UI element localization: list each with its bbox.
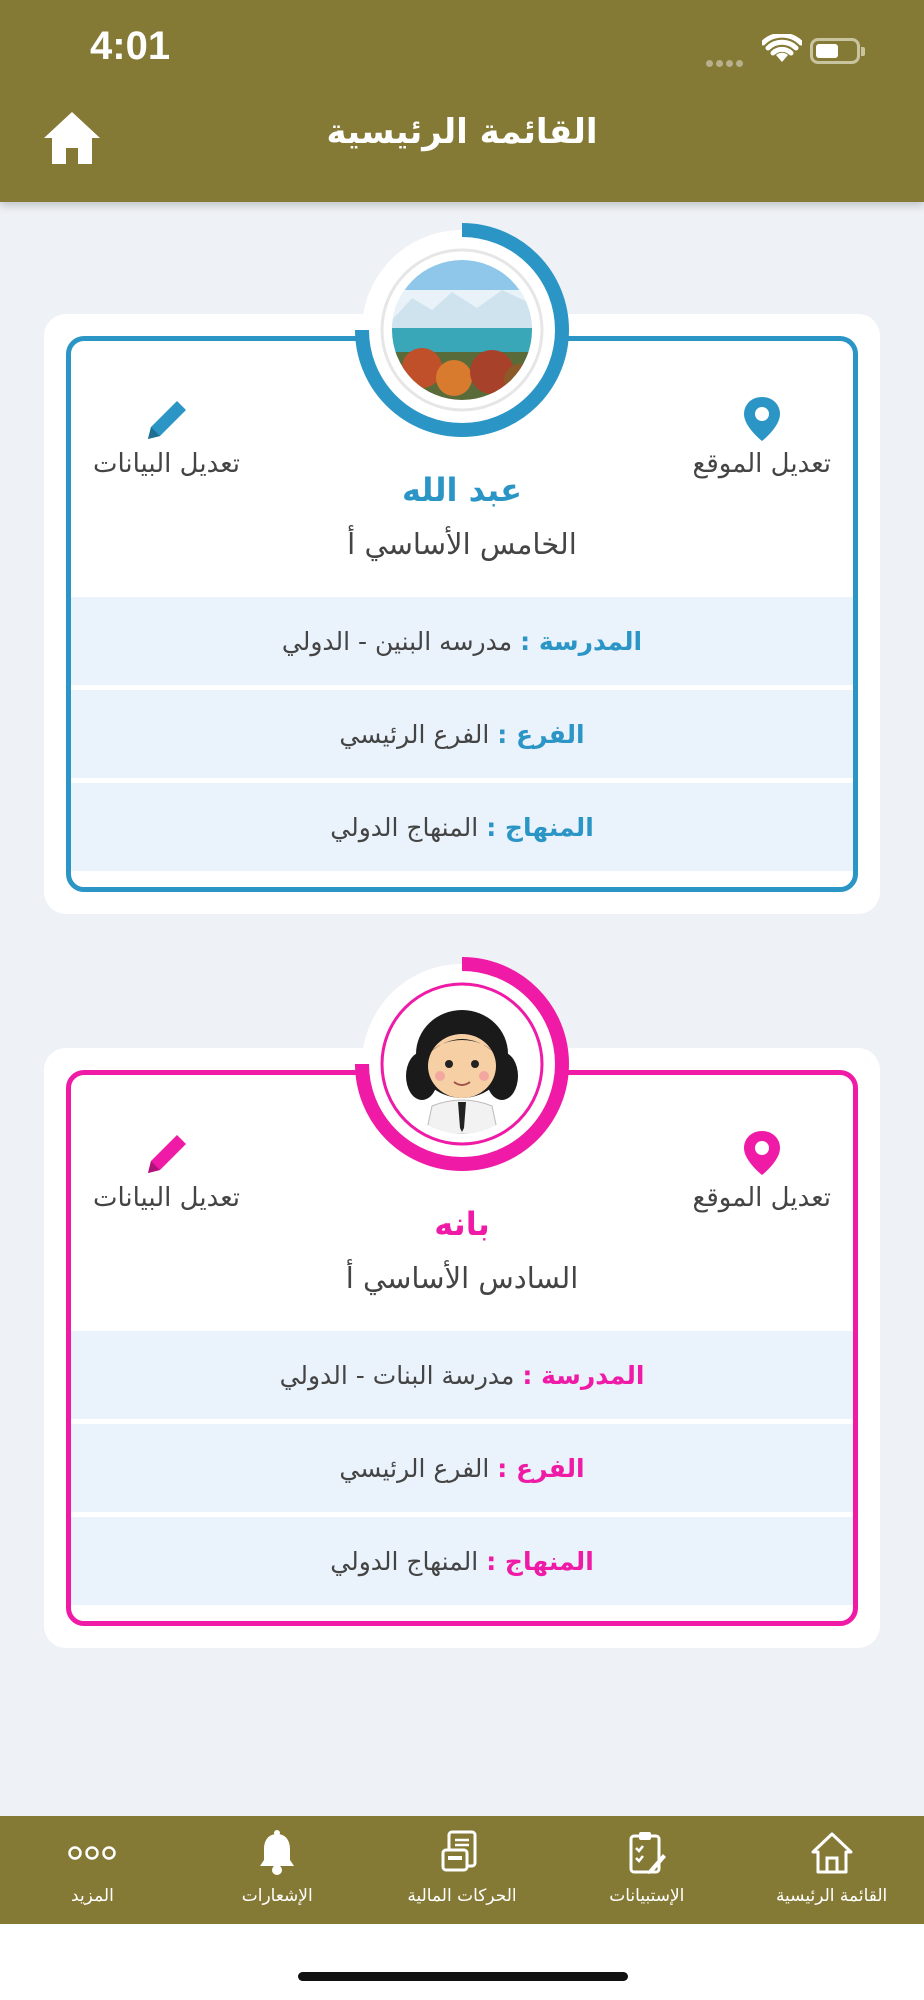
- curriculum-row: المنهاج : المنهاج الدولي: [71, 1517, 853, 1605]
- curriculum-row: المنهاج : المنهاج الدولي: [71, 783, 853, 871]
- school-value: مدرسه البنين - الدولي: [281, 626, 513, 656]
- school-row: المدرسة : مدرسه البنين - الدولي: [71, 597, 853, 685]
- bottom-nav: القائمة الرئيسية الإستبيانات الحركات الم…: [0, 1816, 924, 1924]
- home-icon: [44, 112, 100, 164]
- student-grade: السادس الأساسي أ: [345, 1261, 579, 1295]
- curriculum-label: المنهاج :: [486, 812, 594, 842]
- edit-location-button[interactable]: تعديل الموقع: [693, 395, 831, 479]
- edit-data-button[interactable]: تعديل البيانات: [93, 395, 240, 479]
- branch-label: الفرع :: [497, 1453, 585, 1483]
- nav-more-label: المزيد: [71, 1886, 114, 1906]
- status-icons: [706, 34, 876, 67]
- student-name: عبد الله: [402, 471, 522, 509]
- wifi-icon: [762, 34, 802, 62]
- nav-more[interactable]: المزيد: [0, 1816, 185, 1924]
- top-bar: 4:01 القائمة الرئيسية: [0, 0, 924, 202]
- edit-data-button[interactable]: تعديل البيانات: [93, 1129, 240, 1213]
- branch-label: الفرع :: [497, 719, 585, 749]
- student-grade: الخامس الأساسي أ: [347, 527, 577, 561]
- nav-notifications-label: الإشعارات: [241, 1886, 313, 1906]
- avatar-photo: [392, 260, 532, 400]
- school-row: المدرسة : مدرسة البنات - الدولي: [71, 1331, 853, 1419]
- branch-value: الفرع الرئيسي: [339, 719, 490, 749]
- student-avatar[interactable]: [354, 956, 570, 1172]
- nav-home-label: القائمة الرئيسية: [775, 1886, 888, 1906]
- student-name: بانه: [434, 1205, 490, 1243]
- branch-row: الفرع : الفرع الرئيسي: [71, 690, 853, 778]
- edit-location-button[interactable]: تعديل الموقع: [693, 1129, 831, 1213]
- home-icon: [811, 1832, 853, 1874]
- pencil-icon: [147, 1135, 186, 1173]
- bottom-safe-area: [0, 1924, 924, 2000]
- home-button[interactable]: [40, 108, 104, 168]
- location-pin-icon: [743, 1131, 780, 1175]
- curriculum-value: المنهاج الدولي: [330, 1546, 479, 1576]
- survey-icon: [629, 1832, 666, 1874]
- branch-row: الفرع : الفرع الرئيسي: [71, 1424, 853, 1512]
- home-indicator[interactable]: [298, 1972, 628, 1981]
- nav-finance-label: الحركات المالية: [407, 1886, 517, 1906]
- nav-home[interactable]: القائمة الرئيسية: [739, 1816, 924, 1924]
- student-avatar[interactable]: [354, 222, 570, 438]
- curriculum-label: المنهاج :: [486, 1546, 594, 1576]
- signal-icon: [706, 52, 746, 71]
- school-label: المدرسة :: [520, 626, 643, 656]
- school-label: المدرسة :: [522, 1360, 645, 1390]
- nav-notifications[interactable]: الإشعارات: [185, 1816, 370, 1924]
- avatar-photo: [392, 994, 532, 1134]
- curriculum-value: المنهاج الدولي: [330, 812, 479, 842]
- battery-icon: [810, 38, 865, 64]
- more-icon: [68, 1846, 117, 1860]
- status-time: 4:01: [90, 24, 171, 68]
- nav-finance[interactable]: الحركات المالية: [370, 1816, 555, 1924]
- school-value: مدرسة البنات - الدولي: [279, 1360, 515, 1390]
- finance-icon: [441, 1830, 477, 1872]
- bell-icon: [260, 1830, 295, 1875]
- nav-surveys[interactable]: الإستبيانات: [554, 1816, 739, 1924]
- location-pin-icon: [743, 397, 780, 441]
- pencil-icon: [147, 401, 186, 439]
- nav-surveys-label: الإستبيانات: [609, 1886, 685, 1906]
- branch-value: الفرع الرئيسي: [339, 1453, 490, 1483]
- page-title: القائمة الرئيسية: [326, 112, 598, 152]
